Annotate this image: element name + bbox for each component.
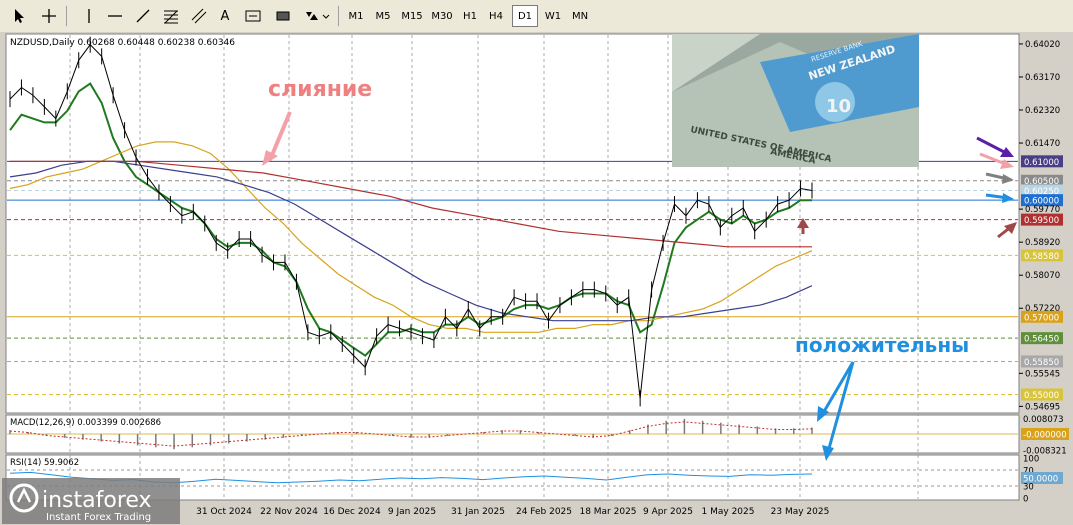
price-chart[interactable]: 0.640200.631700.623200.614700.610000.605… <box>0 32 1073 525</box>
price-tag-label: 0.58580 <box>1024 252 1059 262</box>
time-label: 9 Jan 2025 <box>388 507 436 517</box>
instaforex-watermark: instaforex Instant Forex Trading <box>2 478 180 524</box>
price-tag-label: 0.55850 <box>1024 358 1059 368</box>
price-tag-label: 0.56450 <box>1024 335 1059 345</box>
cursor-icon-glyph <box>15 9 24 23</box>
time-label: 31 Jan 2025 <box>451 507 505 517</box>
macd-axis-label: -0.000000 <box>1023 431 1067 441</box>
time-label: 23 May 2025 <box>771 507 830 517</box>
price-label: 0.54695 <box>1025 402 1060 412</box>
timeframe-m5[interactable]: M5 <box>371 5 395 27</box>
price-tag-label: 0.59500 <box>1024 216 1059 226</box>
macd-label: MACD(12,26,9) 0.003399 0.002686 <box>10 418 161 428</box>
price-label: 0.58070 <box>1025 271 1060 281</box>
horizontal-line-icon-glyph <box>108 15 122 17</box>
rsi-axis-label: 100 <box>1023 455 1039 465</box>
fibonacci-icon-glyph <box>164 10 178 24</box>
toolbar-separator <box>66 6 67 26</box>
rsi-axis-label: 0 <box>1023 495 1028 505</box>
arrows-icon[interactable] <box>302 5 332 27</box>
rsi-label: RSI(14) 59.9062 <box>10 458 79 468</box>
rsi-axis-label: 30 <box>1023 483 1034 493</box>
rectangle-icon-glyph <box>276 11 290 21</box>
toolbar: A M1 M5 M15 M30 H1 H4 D1 W1 MN <box>0 0 1073 33</box>
time-label: 22 Nov 2024 <box>260 507 318 517</box>
time-label: 18 Mar 2025 <box>579 507 636 517</box>
trading-terminal: A M1 M5 M15 M30 H1 H4 D1 W1 MN 0.64020 0.… <box>0 0 1073 525</box>
price-tag-label: 0.61000 <box>1024 158 1059 168</box>
timeframe-h4[interactable]: H4 <box>484 5 508 27</box>
vertical-line-icon[interactable] <box>78 5 100 27</box>
label-icon[interactable] <box>242 5 264 27</box>
timeframe-m1[interactable]: M1 <box>344 5 368 27</box>
timeframe-d1[interactable]: D1 <box>512 5 538 27</box>
time-label: 9 Apr 2025 <box>643 507 693 517</box>
rectangle-icon[interactable] <box>272 5 294 27</box>
channel-icon-glyph <box>191 8 207 24</box>
price-tag-label: 0.55000 <box>1024 391 1059 401</box>
trend-line-icon-glyph <box>136 9 150 23</box>
text-icon[interactable]: A <box>214 5 236 27</box>
photo-inset: NEW ZEALAND RESERVE BANK UNITED STATES O… <box>672 34 919 167</box>
label-icon-glyph <box>245 10 261 22</box>
price-label: 0.61470 <box>1025 139 1060 149</box>
time-label: 24 Feb 2025 <box>516 507 572 517</box>
annotation-confluence: слияние <box>268 77 372 102</box>
price-tag-label: 0.57000 <box>1024 313 1059 323</box>
timeframe-w1[interactable]: W1 <box>541 5 565 27</box>
trend-line-icon[interactable] <box>132 5 154 27</box>
symbol-header: NZDUSD,Daily 0.60268 0.60448 0.60238 0.6… <box>10 38 235 48</box>
annotation-positive: положительны <box>795 333 969 357</box>
vertical-line-icon-glyph <box>88 9 90 23</box>
crosshair-icon[interactable] <box>38 5 60 27</box>
price-label: 0.64020 <box>1025 40 1060 50</box>
time-label: 31 Oct 2024 <box>196 507 252 517</box>
channel-icon[interactable] <box>188 5 210 27</box>
price-label: 0.55545 <box>1025 369 1060 379</box>
timeframe-h1[interactable]: H1 <box>458 5 482 27</box>
time-label: 1 May 2025 <box>702 507 755 517</box>
toolbar-separator <box>338 6 339 26</box>
price-label: 0.63170 <box>1025 73 1060 83</box>
crosshair-icon-glyph <box>42 9 56 23</box>
timeframe-m15[interactable]: M15 <box>398 5 426 27</box>
fibonacci-icon[interactable] <box>160 5 182 27</box>
price-label: 0.62320 <box>1025 106 1060 116</box>
price-label: 0.58920 <box>1025 238 1060 248</box>
photo-inset-text-10: 10 <box>826 96 851 117</box>
horizontal-line-icon[interactable] <box>104 5 126 27</box>
timeframe-mn[interactable]: MN <box>568 5 592 27</box>
arrows-icon-glyph <box>306 12 330 20</box>
cursor-icon[interactable] <box>8 5 30 27</box>
watermark-tagline: Instant Forex Trading <box>46 512 151 523</box>
macd-axis-label: 0.008073 <box>1023 415 1064 425</box>
watermark-brand: instaforex <box>42 488 152 513</box>
time-label: 16 Dec 2024 <box>323 507 381 517</box>
timeframe-m30[interactable]: M30 <box>428 5 456 27</box>
